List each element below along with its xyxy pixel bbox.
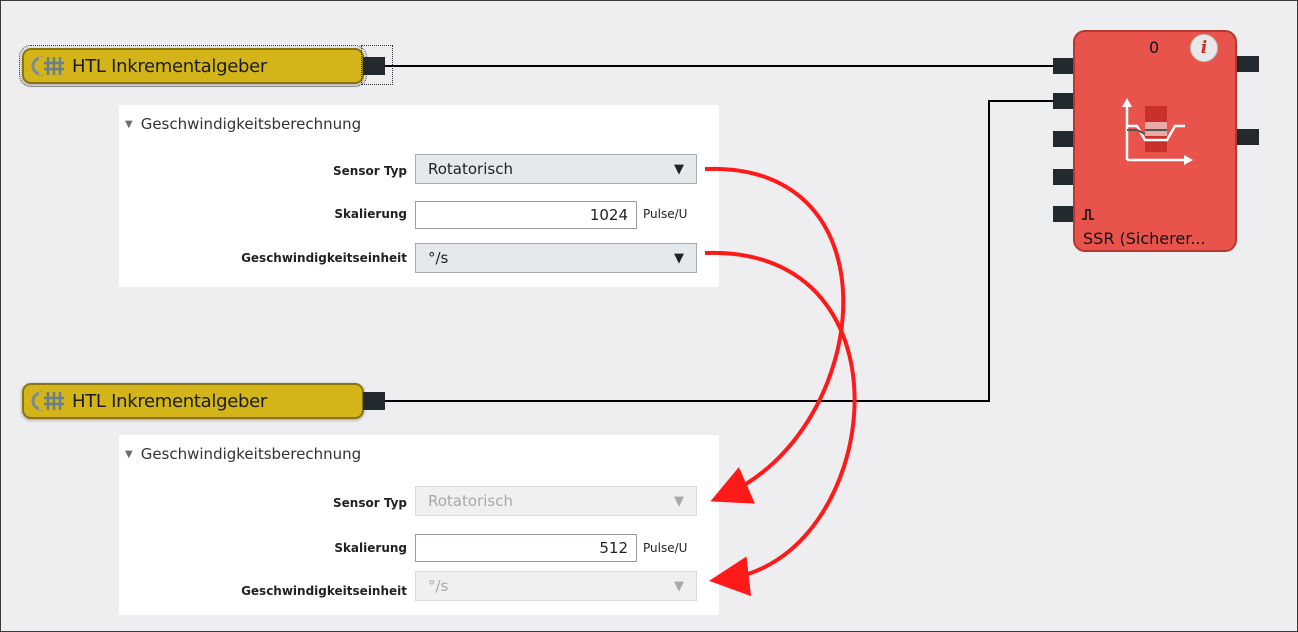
dropdown-value: °/s — [428, 249, 449, 267]
ssr-function-block[interactable]: 0 i SSR (Sicherer... — [1073, 30, 1237, 252]
section-header[interactable]: ▼ Geschwindigkeitsberechnung — [125, 115, 361, 133]
ssr-input-port-1[interactable] — [1053, 58, 1075, 74]
encoder-label: HTL Inkrementalgeber — [72, 55, 268, 77]
scaling-unit: Pulse/U — [643, 207, 688, 221]
ssr-output-port-1[interactable] — [1237, 56, 1259, 72]
scaling-label: Skalierung — [334, 207, 407, 221]
section-title: Geschwindigkeitsberechnung — [140, 115, 362, 133]
collapse-triangle-icon[interactable]: ▼ — [125, 119, 133, 130]
settings-panel-2: ▼ Geschwindigkeitsberechnung Sensor Typ … — [119, 435, 719, 615]
settings-panel-1: ▼ Geschwindigkeitsberechnung Sensor Typ … — [119, 105, 719, 287]
ssr-input-port-2[interactable] — [1053, 93, 1075, 109]
collapse-triangle-icon[interactable]: ▼ — [125, 449, 133, 460]
section-title: Geschwindigkeitsberechnung — [140, 445, 362, 463]
encoder-block-2[interactable]: HTL Inkrementalgeber — [22, 383, 364, 419]
port-selection-box — [361, 45, 393, 85]
dropdown-arrow-icon: ▼ — [674, 161, 684, 177]
dropdown-value: Rotatorisch — [428, 160, 513, 178]
encoder-icon — [30, 54, 70, 78]
speed-unit-label: Geschwindigkeitseinheit — [241, 584, 407, 598]
dropdown-arrow-icon: ▼ — [674, 578, 684, 594]
speed-unit-dropdown: °/s ▼ — [415, 571, 697, 601]
scaling-input[interactable]: 512 — [415, 534, 637, 562]
sensor-type-label: Sensor Typ — [333, 496, 407, 510]
scaling-input[interactable]: 1024 — [415, 201, 637, 229]
logic-editor-canvas[interactable]: HTL Inkrementalgeber ▼ Geschwindigkeitsb… — [0, 0, 1298, 632]
ssr-input-port-3[interactable] — [1053, 131, 1075, 147]
scaling-label: Skalierung — [334, 541, 407, 555]
sensor-type-dropdown[interactable]: Rotatorisch ▼ — [415, 154, 697, 184]
speed-range-graph-icon — [1122, 98, 1193, 165]
encoder-label: HTL Inkrementalgeber — [72, 390, 268, 412]
dropdown-arrow-icon: ▼ — [674, 250, 684, 266]
sensor-type-dropdown: Rotatorisch ▼ — [415, 486, 697, 516]
info-icon[interactable]: i — [1190, 34, 1218, 62]
ssr-input-port-5[interactable] — [1053, 206, 1075, 222]
speed-unit-label: Geschwindigkeitseinheit — [241, 251, 407, 265]
encoder-icon — [30, 389, 70, 413]
scaling-unit: Pulse/U — [643, 541, 688, 555]
section-header[interactable]: ▼ Geschwindigkeitsberechnung — [125, 445, 361, 463]
sensor-type-label: Sensor Typ — [333, 164, 407, 178]
speed-unit-dropdown[interactable]: °/s ▼ — [415, 243, 697, 273]
ssr-count: 0 — [1149, 38, 1160, 57]
encoder-block-1[interactable]: HTL Inkrementalgeber — [19, 45, 367, 87]
encoder-2-output-port[interactable] — [363, 392, 385, 410]
dropdown-arrow-icon: ▼ — [674, 493, 684, 509]
dropdown-value: °/s — [428, 577, 449, 595]
ssr-label: SSR (Sicherer... — [1083, 229, 1206, 248]
ssr-input-port-4[interactable] — [1053, 169, 1075, 185]
dropdown-value: Rotatorisch — [428, 492, 513, 510]
edge-trigger-icon — [1082, 209, 1094, 220]
ssr-output-port-2[interactable] — [1237, 129, 1259, 145]
